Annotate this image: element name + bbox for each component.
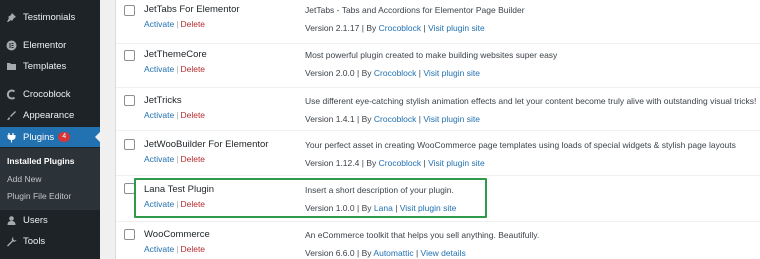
menu-label: Templates: [23, 60, 67, 72]
plugin-row: JetThemeCore Activate | Delete Most powerf…: [116, 43, 760, 88]
author-link[interactable]: Crocoblock: [379, 23, 422, 33]
submenu-plugin-file-editor[interactable]: Plugin File Editor: [7, 191, 71, 201]
by-label: By: [361, 68, 372, 78]
row-actions: Activate | Delete: [144, 244, 206, 254]
plugin-version: Version 1.12.4: [305, 158, 360, 168]
row-actions: Activate | Delete: [144, 110, 206, 120]
plugin-row: JetTricks Activate | Delete Use different …: [116, 87, 760, 131]
by-label: By: [366, 23, 377, 33]
plugin-meta: Version 1.4.1 | By Crocoblock | Visit pl…: [305, 114, 480, 124]
plugin-checkbox[interactable]: [124, 95, 135, 106]
delete-link[interactable]: Delete: [180, 64, 205, 74]
visit-plugin-site-link[interactable]: Visit plugin site: [423, 68, 480, 78]
plugin-row: JetTabs For Elementor Activate | Delete Je…: [116, 0, 760, 44]
folder-icon: [6, 61, 17, 72]
plugin-description: An eCommerce toolkit that helps you sell…: [305, 230, 540, 240]
menu-item-templates[interactable]: Templates: [0, 56, 100, 76]
menu-item-elementor[interactable]: Elementor: [0, 35, 100, 55]
menu-label: Tools: [23, 235, 46, 247]
paintbrush-icon: [6, 110, 17, 121]
pin-icon: [6, 12, 17, 23]
visit-plugin-site-link[interactable]: Visit plugin site: [428, 23, 485, 33]
delete-link[interactable]: Delete: [180, 19, 205, 29]
menu-label: Plugins: [23, 131, 55, 143]
plugin-checkbox[interactable]: [124, 229, 135, 240]
plugin-meta: Version 6.6.0 | By Automattic | View det…: [305, 248, 466, 258]
menu-label: Elementor: [23, 39, 67, 51]
author-link[interactable]: Crocoblock: [379, 158, 422, 168]
author-link[interactable]: Crocoblock: [374, 114, 417, 124]
activate-link[interactable]: Activate: [144, 154, 174, 164]
plugin-version: Version 1.4.1: [305, 114, 355, 124]
delete-link[interactable]: Delete: [180, 110, 205, 120]
plugin-icon: [6, 132, 17, 143]
elementor-icon: [6, 40, 17, 51]
plugin-name: JetThemeCore: [144, 49, 207, 60]
menu-item-crocoblock[interactable]: Crocoblock: [0, 84, 100, 104]
highlight-box: [134, 178, 487, 218]
plugin-name: JetTabs For Elementor: [144, 4, 240, 15]
menu-item-tools[interactable]: Tools: [0, 231, 100, 251]
admin-sidebar: Testimonials Elementor Templates Crocobl…: [0, 0, 100, 259]
plugin-version: Version 6.6.0: [305, 248, 355, 258]
delete-link[interactable]: Delete: [180, 244, 205, 254]
plugin-description: Most powerful plugin created to make bui…: [305, 50, 558, 60]
plugin-checkbox[interactable]: [124, 50, 135, 61]
submenu-add-new[interactable]: Add New: [7, 174, 42, 184]
activate-link[interactable]: Activate: [144, 19, 174, 29]
menu-label: Testimonials: [23, 11, 76, 23]
menu-item-plugins[interactable]: Plugins 4: [0, 127, 100, 147]
plugin-description: Your perfect asset in creating WooCommer…: [305, 140, 736, 150]
author-link[interactable]: Crocoblock: [374, 68, 417, 78]
plugin-meta: Version 1.12.4 | By Crocoblock | Visit p…: [305, 158, 485, 168]
users-icon: [6, 215, 17, 226]
crocoblock-icon: [6, 89, 17, 100]
by-label: By: [361, 114, 372, 124]
visit-plugin-site-link[interactable]: Visit plugin site: [423, 114, 480, 124]
menu-item-appearance[interactable]: Appearance: [0, 105, 100, 125]
plugins-list: JetTabs For Elementor Activate | Delete Je…: [115, 0, 760, 259]
plugin-version: Version 2.0.0: [305, 68, 355, 78]
plugin-version: Version 2.1.17: [305, 23, 360, 33]
row-actions: Activate | Delete: [144, 154, 206, 164]
current-menu-arrow: [95, 132, 100, 142]
plugin-meta: Version 2.1.17 | By Crocoblock | Visit p…: [305, 23, 485, 33]
plugin-name: JetTricks: [144, 95, 182, 106]
plugin-row: JetWooBuilder For Elementor Activate | Del…: [116, 130, 760, 176]
plugin-description: JetTabs - Tabs and Accordions for Elemen…: [305, 5, 525, 15]
menu-item-users[interactable]: Users: [0, 210, 100, 230]
activate-link[interactable]: Activate: [144, 110, 174, 120]
visit-plugin-site-link[interactable]: Visit plugin site: [428, 158, 485, 168]
submenu-installed-plugins[interactable]: Installed Plugins: [7, 156, 75, 166]
wrench-icon: [6, 236, 17, 247]
menu-label: Crocoblock: [23, 88, 71, 100]
activate-link[interactable]: Activate: [144, 64, 174, 74]
by-label: By: [361, 248, 372, 258]
menu-label: Users: [23, 214, 48, 226]
row-actions: Activate | Delete: [144, 64, 206, 74]
update-count-badge: 4: [58, 132, 71, 142]
menu-item-testimonials[interactable]: Testimonials: [0, 7, 100, 27]
delete-link[interactable]: Delete: [180, 154, 205, 164]
plugin-name: JetWooBuilder For Elementor: [144, 139, 269, 150]
plugin-checkbox[interactable]: [124, 139, 135, 150]
author-link[interactable]: Automattic: [373, 248, 413, 258]
plugin-checkbox[interactable]: [124, 5, 135, 16]
activate-link[interactable]: Activate: [144, 244, 174, 254]
plugin-description: Use different eye-catching stylish anima…: [305, 96, 757, 106]
row-actions: Activate | Delete: [144, 19, 206, 29]
by-label: By: [366, 158, 377, 168]
plugin-row: WooCommerce Activate | Delete An eCommerce…: [116, 221, 760, 259]
menu-label: Appearance: [23, 109, 75, 121]
plugin-name: WooCommerce: [144, 229, 210, 240]
plugin-meta: Version 2.0.0 | By Crocoblock | Visit pl…: [305, 68, 480, 78]
view-details-link[interactable]: View details: [421, 248, 466, 258]
plugins-submenu: Installed Plugins Add New Plugin File Ed…: [0, 148, 100, 210]
